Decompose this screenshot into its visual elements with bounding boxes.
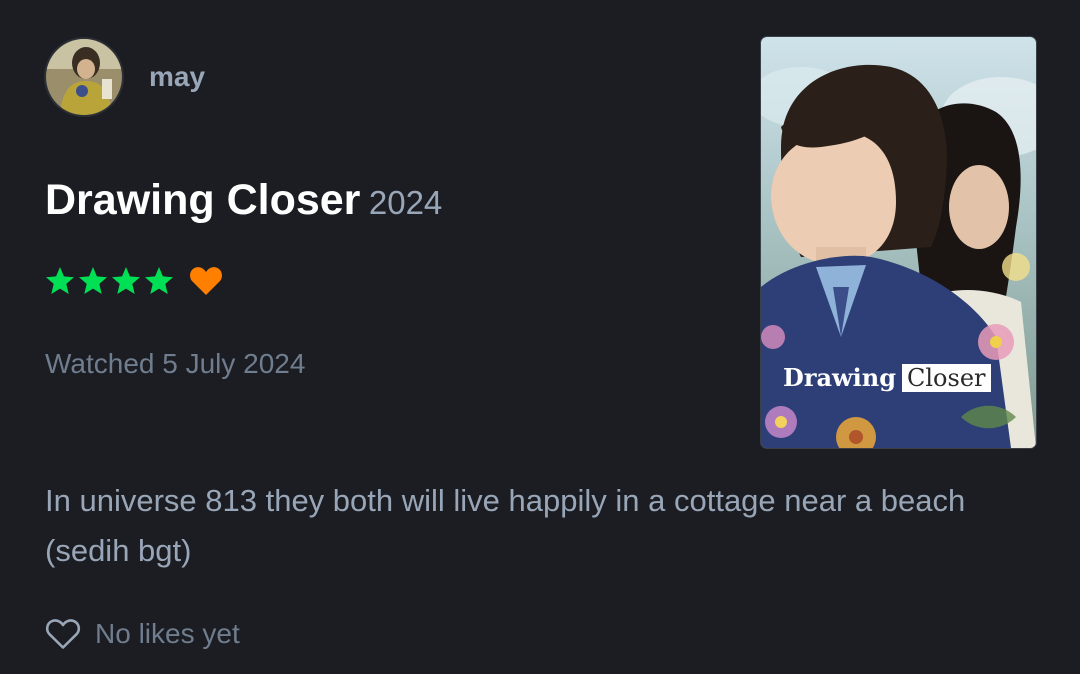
like-button[interactable]: No likes yet	[45, 618, 240, 650]
film-title[interactable]: Drawing Closer	[45, 176, 360, 224]
heart-icon	[190, 267, 222, 295]
review-author[interactable]: may	[46, 39, 205, 115]
film-poster[interactable]: Drawing Closer	[761, 37, 1036, 448]
film-heading: Drawing Closer 2024	[45, 176, 442, 225]
poster-title-left: Drawing	[783, 363, 897, 392]
watched-date: Watched 5 July 2024	[45, 348, 306, 379]
star-icon	[46, 267, 74, 294]
film-year[interactable]: 2024	[369, 184, 442, 221]
avatar[interactable]	[46, 39, 122, 115]
likes-count-label: No likes yet	[95, 618, 240, 649]
star-rating	[45, 266, 177, 296]
review-card: may Drawing Closer 2024 Watched 5 July 2…	[0, 0, 1080, 674]
heart-outline-icon[interactable]	[45, 618, 81, 650]
poster-title-right: Closer	[902, 363, 991, 392]
rating	[45, 266, 223, 296]
star-icon	[112, 267, 140, 294]
star-icon	[79, 267, 107, 294]
poster-title: Drawing Closer	[783, 363, 991, 392]
review-text: In universe 813 they both will live happ…	[45, 483, 966, 568]
star-icon	[145, 267, 173, 294]
username[interactable]: may	[149, 63, 205, 91]
